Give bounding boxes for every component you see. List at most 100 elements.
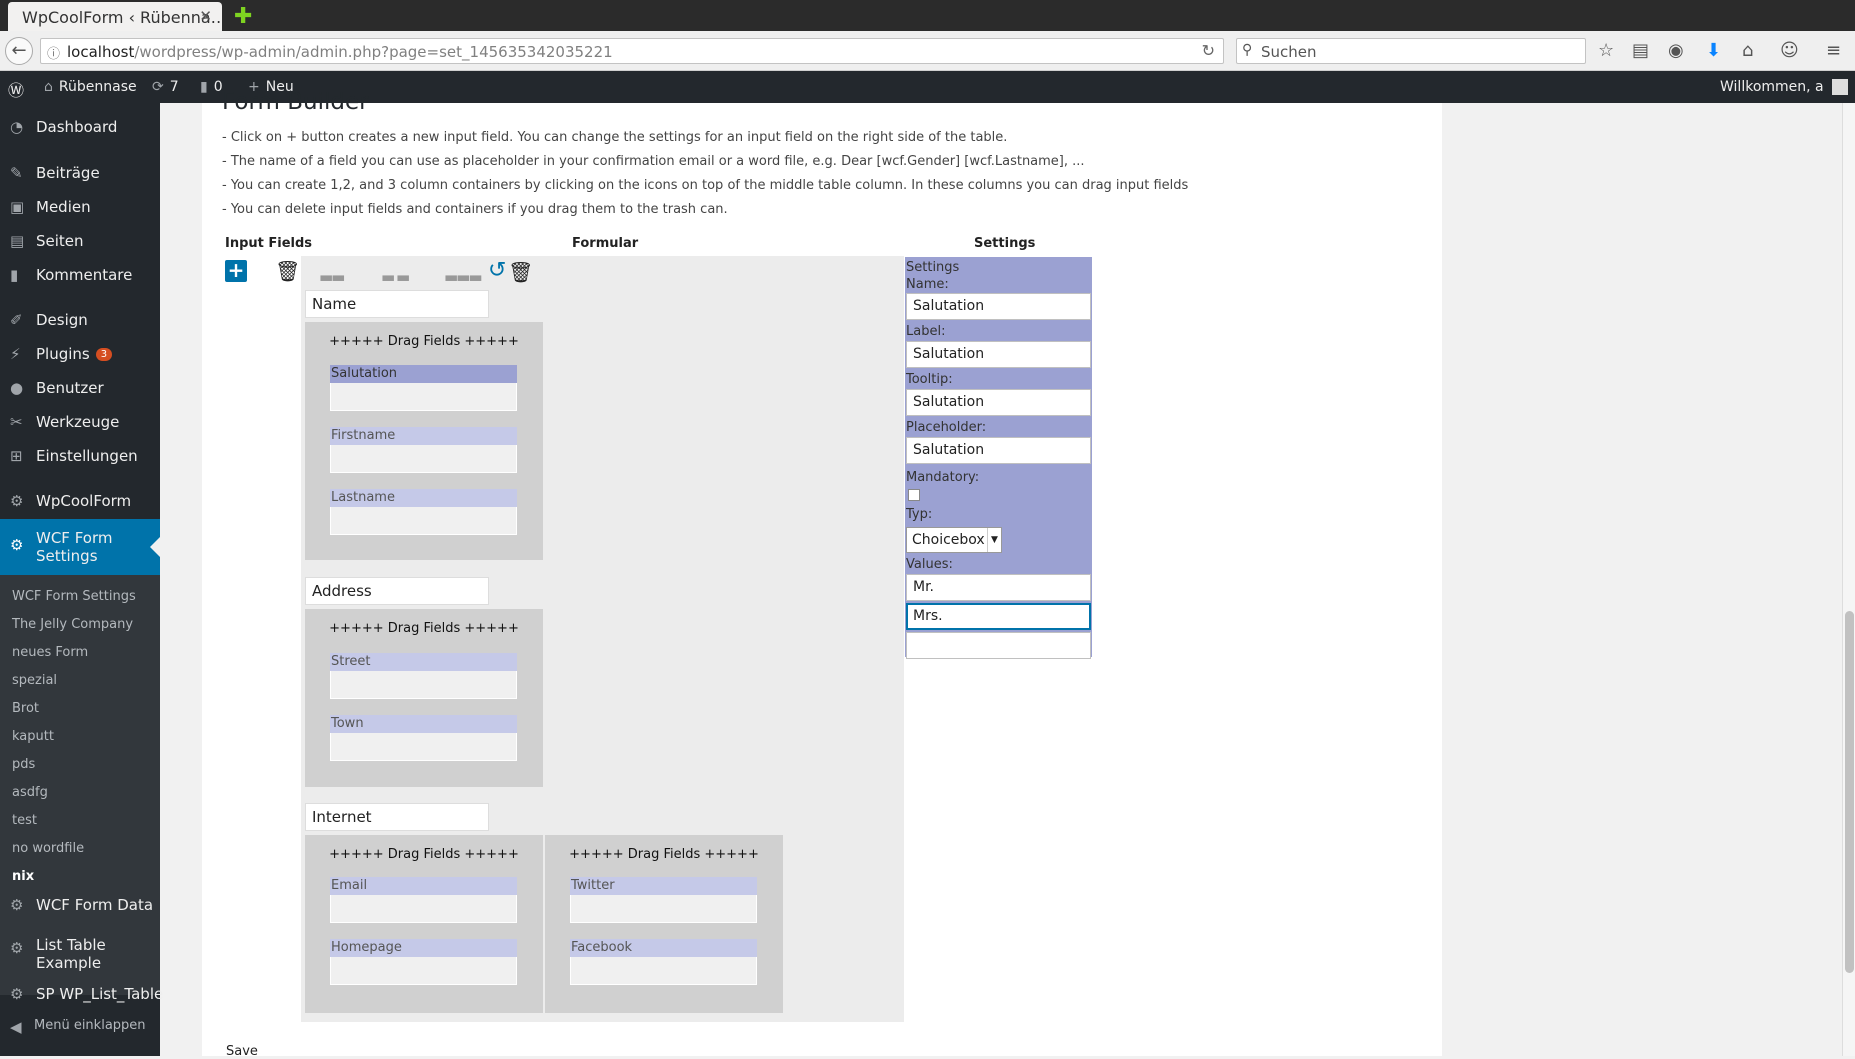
undo-icon[interactable]: ↺ bbox=[488, 258, 506, 283]
submenu-item[interactable]: kaputt bbox=[12, 729, 54, 744]
value-field-focused[interactable]: Mrs. bbox=[906, 603, 1091, 630]
value-field[interactable]: Mr. bbox=[906, 574, 1091, 601]
sidebar-item-benutzer[interactable]: ● Benutzer bbox=[0, 372, 160, 404]
form-field[interactable]: Twitter bbox=[570, 877, 757, 923]
field-container[interactable]: +++++ Drag Fields +++++ Street Town bbox=[305, 609, 543, 787]
page-scrollbar[interactable] bbox=[1842, 103, 1855, 1056]
placeholder-field[interactable]: Salutation bbox=[906, 437, 1091, 464]
sidebar-item-medien[interactable]: ▣ Medien bbox=[0, 191, 160, 223]
sidebar-item-werkzeuge[interactable]: ✂ Werkzeuge bbox=[0, 406, 160, 438]
submenu-item[interactable]: spezial bbox=[12, 673, 57, 688]
browser-tab[interactable]: WpCoolForm ‹ Rübenna… ✕ bbox=[8, 2, 222, 31]
submenu-item[interactable]: asdfg bbox=[12, 785, 48, 800]
field-input-preview bbox=[330, 671, 517, 699]
two-column-icon[interactable]: ▬ ▬ bbox=[381, 268, 410, 286]
submenu-item[interactable]: The Jelly Company bbox=[12, 617, 133, 632]
search-placeholder: Suchen bbox=[1261, 43, 1317, 61]
value-field-empty[interactable] bbox=[906, 632, 1091, 659]
sidebar-item-plugins[interactable]: ⚡ Plugins 3 bbox=[0, 338, 160, 370]
sidebar-item-design[interactable]: ✐ Design bbox=[0, 304, 160, 336]
dashboard-icon: ◔ bbox=[10, 118, 24, 136]
three-column-icon[interactable]: ▬▬▬ bbox=[444, 268, 483, 286]
form-field[interactable]: Firstname bbox=[330, 427, 517, 473]
sidebar-item-beitraege[interactable]: ✎ Beiträge bbox=[0, 157, 160, 189]
submenu-item[interactable]: pds bbox=[12, 757, 35, 772]
one-column-icon[interactable]: ▬▬ bbox=[319, 268, 345, 286]
sidebar-item-wpcoolform[interactable]: ⚙ WpCoolForm bbox=[0, 485, 160, 517]
group-title-input[interactable]: Internet bbox=[305, 803, 489, 831]
download-icon[interactable]: ⬇ bbox=[1706, 40, 1721, 61]
field-label: Facebook bbox=[570, 939, 757, 957]
submenu-item[interactable]: Brot bbox=[12, 701, 39, 716]
back-arrow-icon[interactable]: ← bbox=[5, 37, 33, 65]
gear-icon: ⚙ bbox=[10, 896, 24, 914]
collapse-icon: ◀ bbox=[10, 1018, 22, 1036]
reload-icon[interactable]: ↻ bbox=[1202, 41, 1215, 60]
field-container[interactable]: +++++ Drag Fields +++++ Twitter Facebook bbox=[545, 835, 783, 1013]
group-title-input[interactable]: Address bbox=[305, 577, 489, 605]
greeting: Willkommen, a bbox=[1720, 79, 1824, 95]
form-field[interactable]: Salutation bbox=[330, 365, 517, 411]
bookmark-star-icon[interactable]: ☆ bbox=[1598, 40, 1614, 61]
sidebar-item-list-table-example[interactable]: ⚙ List Table Example bbox=[0, 929, 160, 972]
gear-icon: ⚙ bbox=[10, 536, 24, 554]
admin-sidebar: ◔ Dashboard ✎ Beiträge ▣ Medien ▤ Seiten ▮ Ko… bbox=[0, 103, 163, 1056]
field-container[interactable]: +++++ Drag Fields +++++ Salutation First… bbox=[305, 322, 543, 560]
trash-icon[interactable]: 🗑 bbox=[508, 260, 533, 284]
field-container[interactable]: +++++ Drag Fields +++++ Email Homepage bbox=[305, 835, 543, 1013]
sidebar-item-wcf-form-data[interactable]: ⚙ WCF Form Data bbox=[0, 889, 160, 921]
form-field[interactable]: Email bbox=[330, 877, 517, 923]
form-field[interactable]: Street bbox=[330, 653, 517, 699]
url-bar[interactable]: ⓘ localhost/wordpress/wp-admin/admin.php… bbox=[40, 38, 1224, 64]
chat-icon[interactable]: ☺ bbox=[1780, 40, 1799, 61]
sidebar-item-sp-wp-list-table[interactable]: ⚙ SP WP_List_Table bbox=[0, 978, 163, 1010]
label-field[interactable]: Salutation bbox=[906, 341, 1091, 368]
site-name-link[interactable]: ⌂ Rübennase bbox=[44, 79, 137, 95]
tooltip-label: Tooltip: bbox=[906, 372, 953, 387]
add-field-button[interactable]: + bbox=[225, 260, 247, 282]
sidebar-item-dashboard[interactable]: ◔ Dashboard bbox=[0, 111, 160, 143]
menu-icon[interactable]: ≡ bbox=[1826, 40, 1841, 61]
brush-icon: ✐ bbox=[10, 311, 23, 329]
sidebar-item-kommentare[interactable]: ▮ Kommentare bbox=[0, 259, 160, 291]
form-builder-area[interactable]: ▬▬ ▬ ▬ ▬▬▬ ↺ 🗑 Name +++++ Drag Fields ++… bbox=[301, 256, 904, 1022]
submenu-item[interactable]: WCF Form Settings bbox=[12, 589, 136, 604]
trash-icon[interactable]: 🗑 bbox=[275, 259, 300, 283]
home-icon[interactable]: ⌂ bbox=[1742, 40, 1753, 61]
form-field[interactable]: Town bbox=[330, 715, 517, 761]
new-tab-icon[interactable]: ✚ bbox=[234, 4, 252, 29]
sidebar-item-label: Werkzeuge bbox=[36, 413, 120, 431]
sidebar-item-wcf-form-settings[interactable]: ⚙ WCF Form Settings bbox=[0, 519, 160, 575]
sidebar-item-label: Medien bbox=[36, 198, 91, 216]
account-link[interactable]: Willkommen, a bbox=[1720, 79, 1849, 95]
submenu-item[interactable]: no wordfile bbox=[12, 841, 84, 856]
collapse-menu-button[interactable]: ◀ Menü einklappen bbox=[0, 1011, 160, 1043]
mandatory-checkbox[interactable] bbox=[908, 489, 920, 501]
sidebar-item-label: Dashboard bbox=[36, 118, 118, 136]
sidebar-item-seiten[interactable]: ▤ Seiten bbox=[0, 225, 160, 257]
sidebar-item-einstellungen[interactable]: ⊞ Einstellungen bbox=[0, 440, 160, 472]
wordpress-logo-icon[interactable]: Ⓦ bbox=[8, 77, 24, 101]
search-input[interactable]: ⚲ Suchen bbox=[1236, 38, 1586, 64]
form-field[interactable]: Facebook bbox=[570, 939, 757, 985]
instruction-line: - The name of a field you can use as pla… bbox=[222, 154, 1085, 169]
submenu-item[interactable]: neues Form bbox=[12, 645, 88, 660]
tooltip-field[interactable]: Salutation bbox=[906, 389, 1091, 416]
bookmarks-list-icon[interactable]: ▤ bbox=[1632, 40, 1649, 61]
typ-select[interactable]: Choicebox ▼ bbox=[906, 527, 1002, 553]
group-title-input[interactable]: Name bbox=[305, 290, 489, 318]
form-field[interactable]: Lastname bbox=[330, 489, 517, 535]
form-field[interactable]: Homepage bbox=[330, 939, 517, 985]
updates-link[interactable]: ⟳ 7 bbox=[152, 79, 179, 95]
pocket-icon[interactable]: ◉ bbox=[1668, 40, 1684, 61]
comments-link[interactable]: ▮ 0 bbox=[200, 79, 223, 95]
close-icon[interactable]: ✕ bbox=[199, 7, 212, 25]
save-button[interactable]: Save bbox=[226, 1044, 258, 1059]
instruction-line: - You can delete input fields and contai… bbox=[222, 202, 728, 217]
name-field[interactable]: Salutation bbox=[906, 293, 1091, 320]
field-input-preview bbox=[570, 957, 757, 985]
scrollbar-thumb[interactable] bbox=[1845, 611, 1854, 973]
submenu-item[interactable]: test bbox=[12, 813, 37, 828]
search-icon: ⚲ bbox=[1242, 42, 1253, 58]
submenu-item-current[interactable]: nix bbox=[12, 869, 34, 884]
